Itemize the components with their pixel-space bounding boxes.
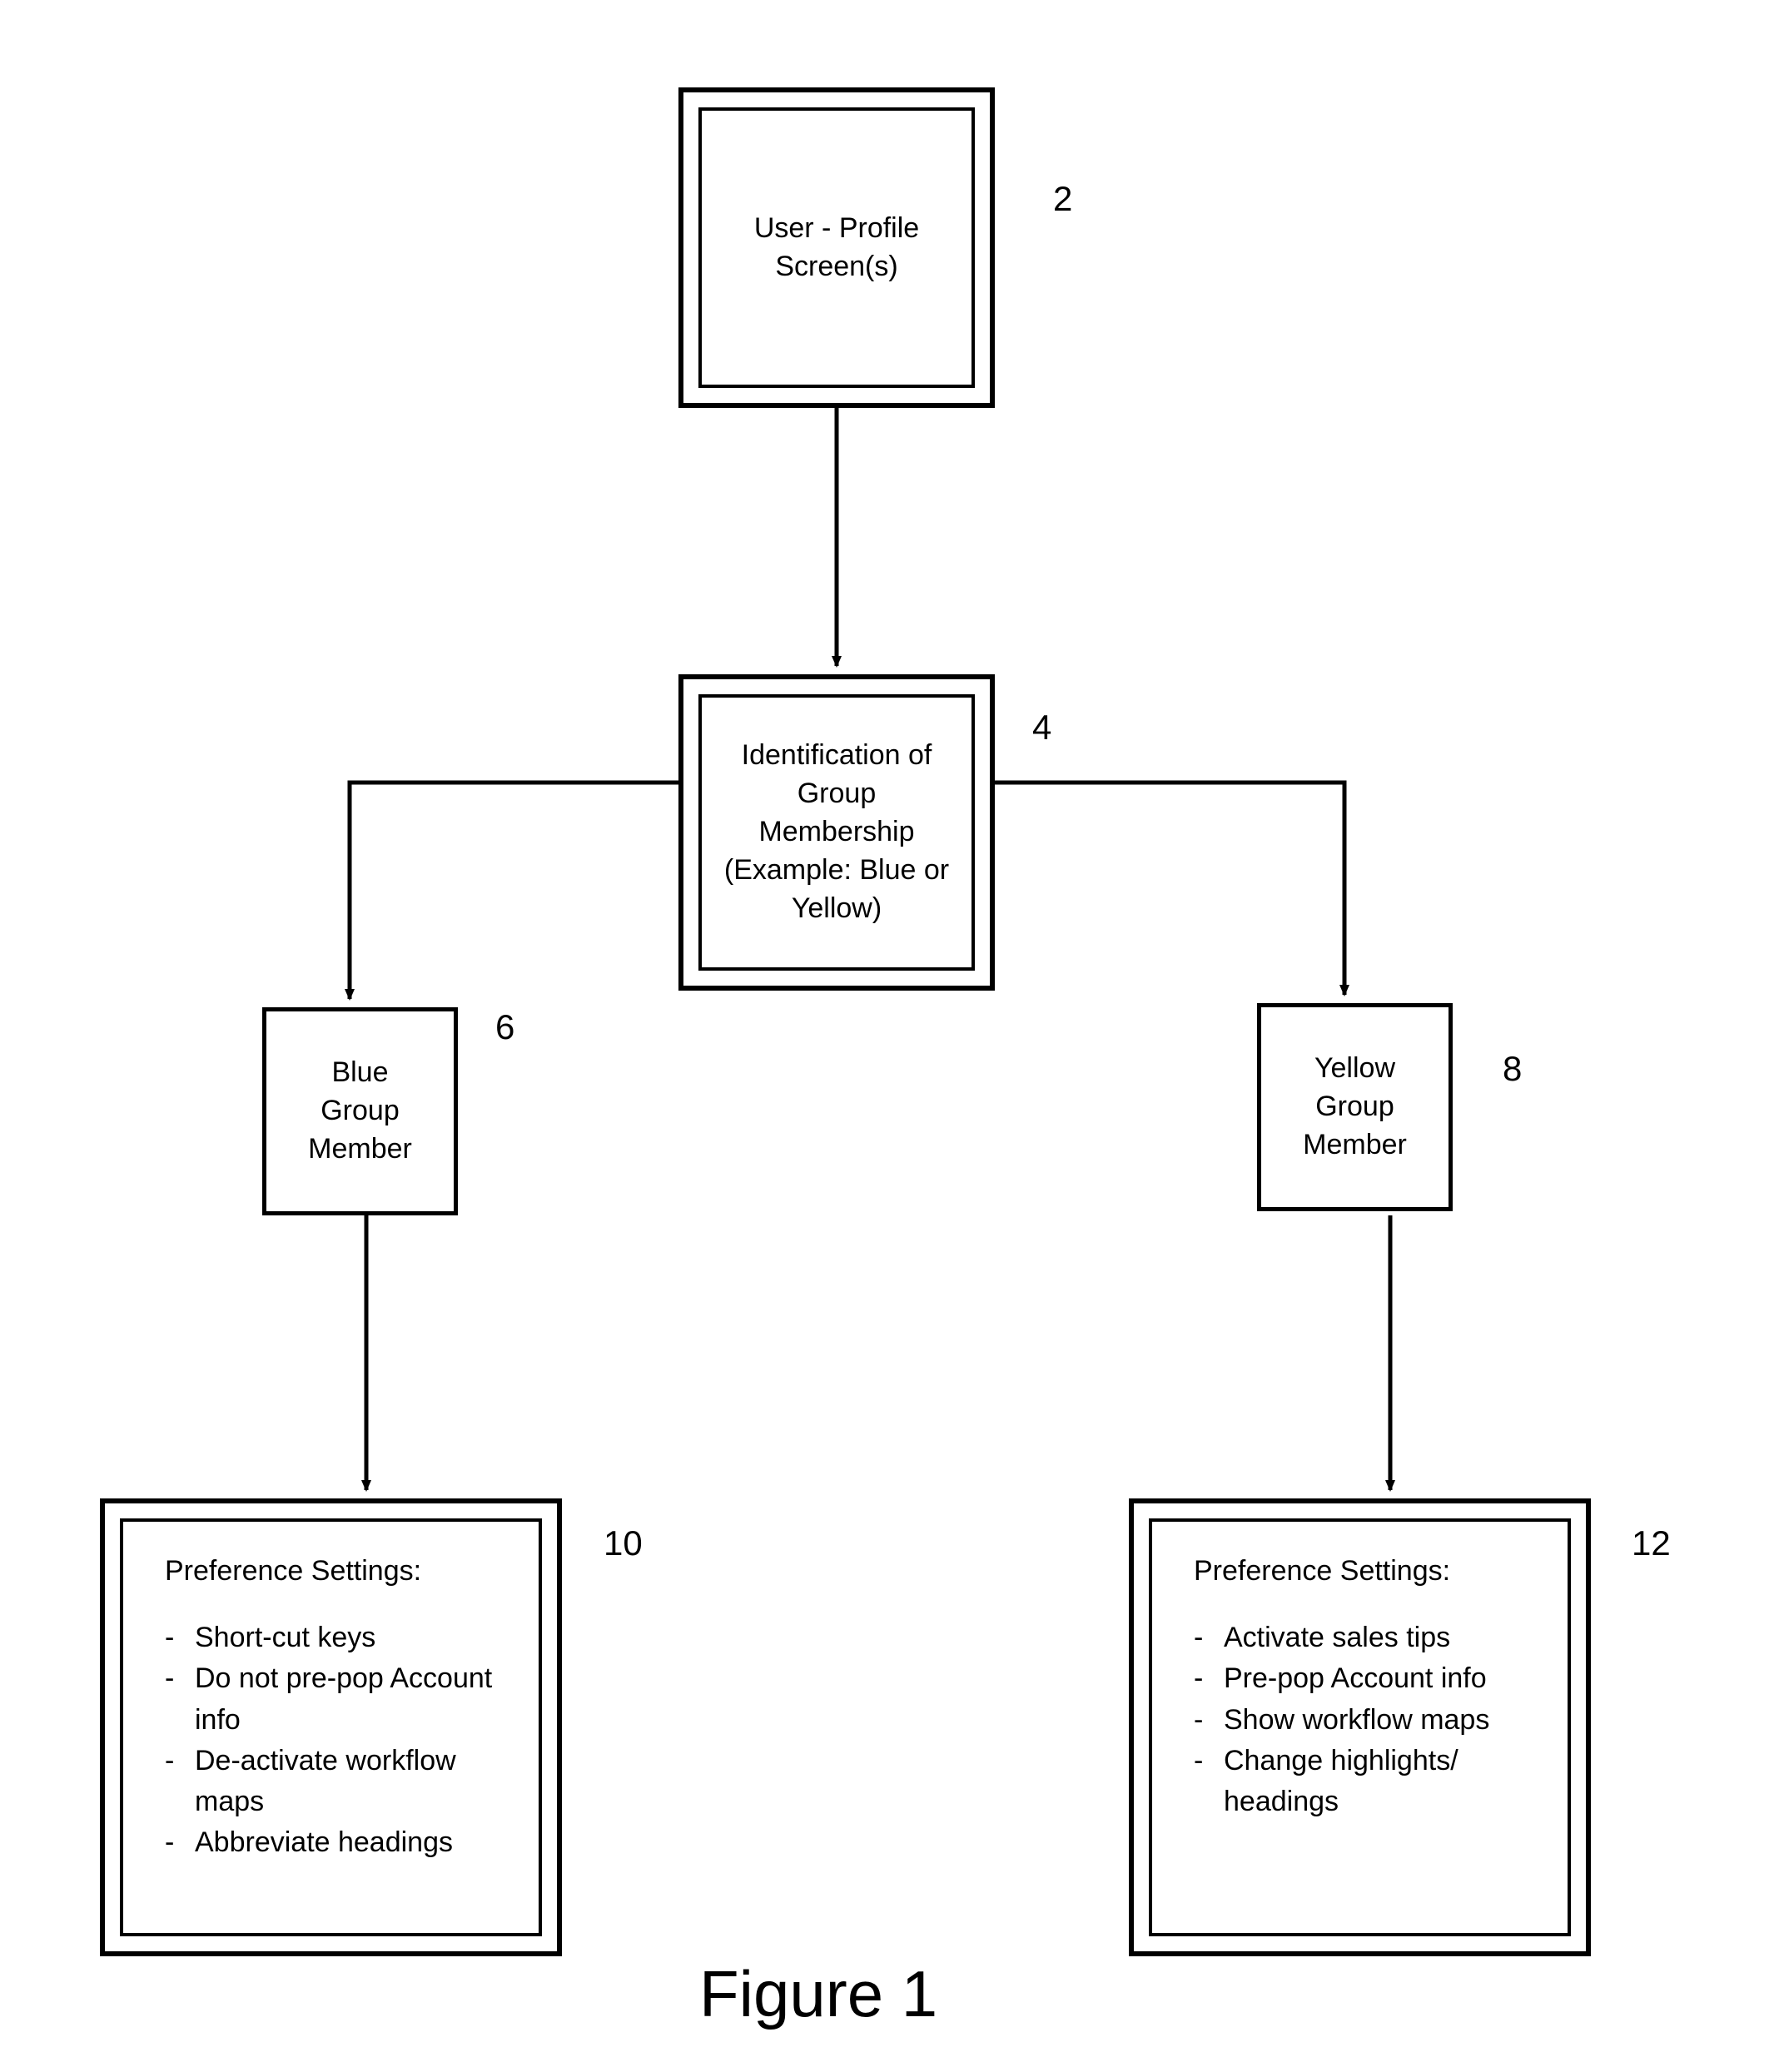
- blue-pref-title: Preference Settings:: [165, 1555, 514, 1588]
- node-yellow-group: Yellow Group Member: [1257, 1003, 1453, 1211]
- node-yellow-group-label: 8: [1503, 1049, 1522, 1089]
- node-user-profile-label: 2: [1053, 179, 1072, 219]
- list-item: Abbreviate headings: [165, 1822, 514, 1863]
- list-item: Show workflow maps: [1194, 1700, 1543, 1741]
- yellow-pref-title: Preference Settings:: [1194, 1555, 1543, 1588]
- list-item: Do not pre-pop Account info: [165, 1658, 514, 1741]
- node-blue-group-label: 6: [495, 1007, 514, 1047]
- blue-pref-list: Short-cut keys Do not pre-pop Account in…: [165, 1617, 514, 1864]
- node-blue-preferences: Preference Settings: Short-cut keys Do n…: [100, 1498, 562, 1956]
- figure-title: Figure 1: [699, 1956, 937, 2032]
- node-identification: Identification of Group Membership (Exam…: [678, 674, 995, 991]
- node-user-profile-text: User - Profile Screen(s): [754, 210, 919, 286]
- list-item: Short-cut keys: [165, 1617, 514, 1658]
- node-user-profile: User - Profile Screen(s): [678, 87, 995, 408]
- list-item: De-activate workflow maps: [165, 1741, 514, 1823]
- node-yellow-preferences-label: 12: [1632, 1523, 1671, 1563]
- node-blue-preferences-label: 10: [604, 1523, 643, 1563]
- diagram-canvas: User - Profile Screen(s) 2 Identificatio…: [0, 0, 1774, 2072]
- node-blue-group: Blue Group Member: [262, 1007, 458, 1215]
- list-item: Activate sales tips: [1194, 1617, 1543, 1658]
- node-yellow-group-text: Yellow Group Member: [1303, 1050, 1407, 1165]
- node-yellow-preferences: Preference Settings: Activate sales tips…: [1129, 1498, 1591, 1956]
- yellow-pref-list: Activate sales tips Pre-pop Account info…: [1194, 1617, 1543, 1822]
- node-identification-text: Identification of Group Membership (Exam…: [724, 737, 949, 927]
- node-blue-group-text: Blue Group Member: [308, 1054, 412, 1169]
- list-item: Pre-pop Account info: [1194, 1658, 1543, 1699]
- node-identification-label: 4: [1032, 708, 1051, 748]
- list-item: Change highlights/ headings: [1194, 1741, 1543, 1823]
